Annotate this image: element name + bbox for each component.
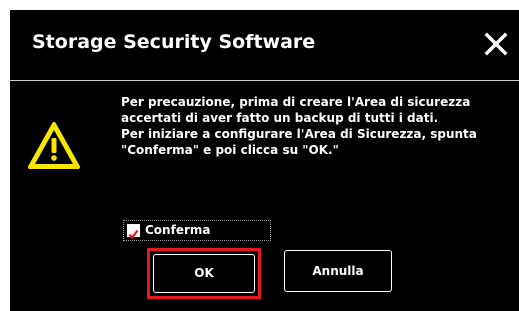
message-line: "Conferma" e poi clicca su "OK." xyxy=(121,143,339,157)
warning-message: Per precauzione, prima di creare l'Area … xyxy=(121,94,513,158)
confirm-checkbox-label: Conferma xyxy=(145,223,211,237)
close-icon xyxy=(484,32,508,56)
message-line: Per precauzione, prima di creare l'Area … xyxy=(121,95,471,109)
checkbox-box[interactable] xyxy=(127,224,140,240)
ok-button[interactable]: OK xyxy=(153,254,255,293)
message-line: Per iniziare a configurare l'Area di Sic… xyxy=(121,127,477,141)
message-line: accertati di aver fatto un backup di tut… xyxy=(121,111,439,125)
cancel-button[interactable]: Annulla xyxy=(284,250,392,292)
dialog-titlebar: Storage Security Software xyxy=(10,10,519,79)
title-divider xyxy=(10,80,519,81)
dialog-title: Storage Security Software xyxy=(32,31,316,53)
dialog: Storage Security Software Per precauzion… xyxy=(10,10,519,311)
close-button[interactable] xyxy=(482,30,510,58)
checkmark-icon xyxy=(128,229,139,240)
confirm-checkbox[interactable]: Conferma xyxy=(123,220,271,241)
warning-icon xyxy=(27,121,81,171)
